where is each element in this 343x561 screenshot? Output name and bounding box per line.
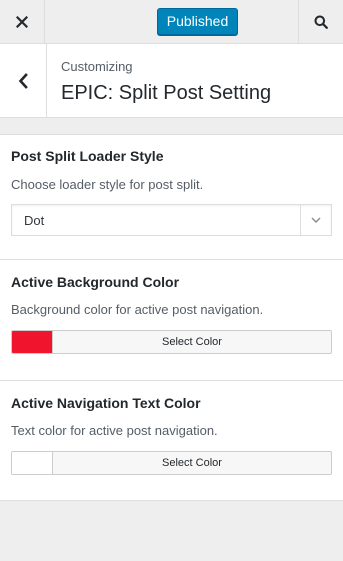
chevron-down-icon: [311, 217, 321, 223]
close-button[interactable]: [0, 0, 45, 44]
dropdown-toggle[interactable]: [300, 205, 331, 235]
section-header: Customizing EPIC: Split Post Setting: [0, 44, 343, 118]
divider: [0, 259, 343, 260]
loader-style-select[interactable]: Dot: [11, 204, 332, 236]
control-description: Choose loader style for post split.: [11, 177, 204, 192]
color-swatch: [12, 452, 53, 474]
publish-button[interactable]: Published: [157, 8, 238, 35]
select-color-label: Select Color: [162, 336, 222, 348]
back-button[interactable]: [0, 44, 47, 117]
select-color-label: Select Color: [162, 457, 222, 469]
control-title: Post Split Loader Style: [11, 148, 164, 164]
search-button[interactable]: [298, 0, 343, 44]
controls-panel: Post Split Loader Style Choose loader st…: [0, 134, 343, 501]
color-picker-button[interactable]: Select Color: [11, 330, 332, 354]
chevron-left-icon: [18, 72, 28, 89]
color-swatch: [12, 331, 53, 353]
control-description: Text color for active post navigation.: [11, 423, 218, 438]
customizer-header: Published: [0, 0, 343, 44]
color-picker-button[interactable]: Select Color: [11, 451, 332, 475]
divider: [0, 380, 343, 381]
select-value: Dot: [24, 213, 45, 228]
breadcrumb: Customizing: [61, 59, 133, 74]
page-title: EPIC: Split Post Setting: [61, 82, 272, 104]
search-icon: [314, 15, 328, 29]
control-title: Active Background Color: [11, 274, 180, 290]
control-title: Active Navigation Text Color: [11, 395, 201, 411]
close-icon: [16, 16, 28, 28]
control-description: Background color for active post navigat…: [11, 302, 264, 317]
